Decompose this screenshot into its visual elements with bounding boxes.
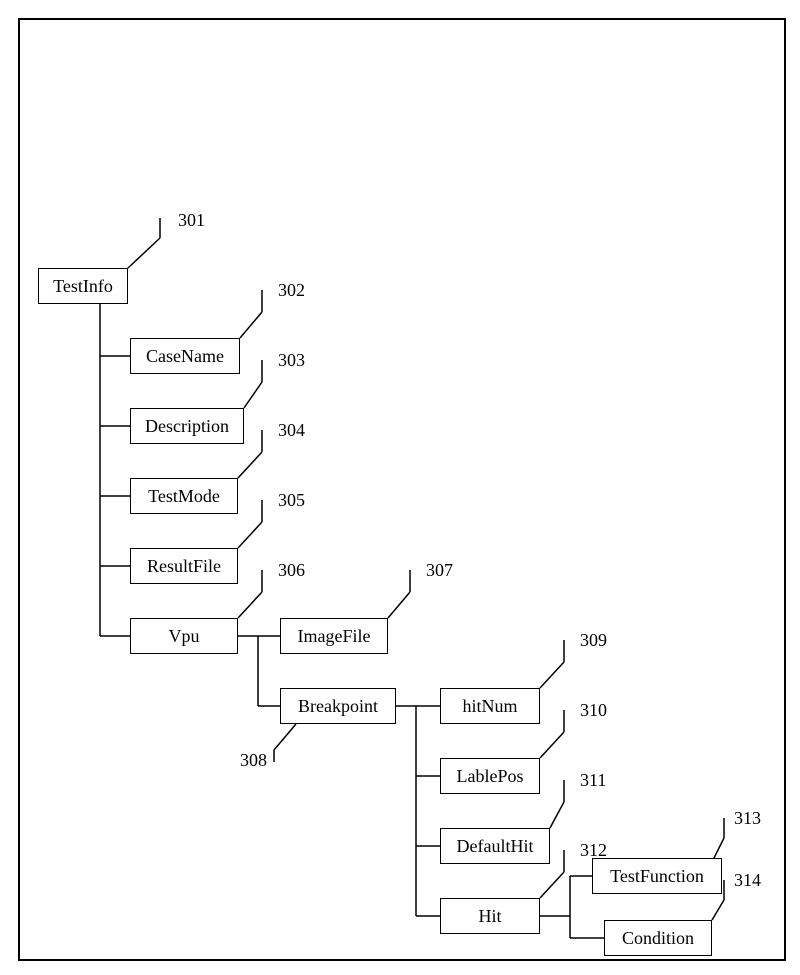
node-imagefile: ImageFile xyxy=(280,618,388,654)
node-condition: Condition xyxy=(604,920,712,956)
node-label: TestFunction xyxy=(610,866,704,887)
node-label: ResultFile xyxy=(147,556,221,577)
ref-301: 301 xyxy=(178,210,205,231)
node-description: Description xyxy=(130,408,244,444)
ref-302: 302 xyxy=(278,280,305,301)
node-label: hitNum xyxy=(462,696,517,717)
ref-314: 314 xyxy=(734,870,761,891)
ref-307: 307 xyxy=(426,560,453,581)
node-casename: CaseName xyxy=(130,338,240,374)
node-testfunction: TestFunction xyxy=(592,858,722,894)
ref-305: 305 xyxy=(278,490,305,511)
ref-312: 312 xyxy=(580,840,607,861)
ref-304: 304 xyxy=(278,420,305,441)
node-label: Vpu xyxy=(169,626,200,647)
node-hit: Hit xyxy=(440,898,540,934)
node-label: Hit xyxy=(478,906,501,927)
node-label: LablePos xyxy=(457,766,524,787)
node-defaulthit: DefaultHit xyxy=(440,828,550,864)
ref-309: 309 xyxy=(580,630,607,651)
ref-308: 308 xyxy=(240,750,267,771)
node-label: Condition xyxy=(622,928,694,949)
node-resultfile: ResultFile xyxy=(130,548,238,584)
node-label: TestMode xyxy=(148,486,220,507)
node-vpu: Vpu xyxy=(130,618,238,654)
ref-313: 313 xyxy=(734,808,761,829)
node-label: CaseName xyxy=(146,346,224,367)
node-label: Description xyxy=(145,416,229,437)
node-label: ImageFile xyxy=(298,626,371,647)
ref-306: 306 xyxy=(278,560,305,581)
node-hitnum: hitNum xyxy=(440,688,540,724)
node-testmode: TestMode xyxy=(130,478,238,514)
ref-311: 311 xyxy=(580,770,606,791)
ref-310: 310 xyxy=(580,700,607,721)
node-label: Breakpoint xyxy=(298,696,378,717)
node-label: TestInfo xyxy=(53,276,113,297)
ref-303: 303 xyxy=(278,350,305,371)
node-breakpoint: Breakpoint xyxy=(280,688,396,724)
node-lablepos: LablePos xyxy=(440,758,540,794)
node-label: DefaultHit xyxy=(457,836,534,857)
node-testinfo: TestInfo xyxy=(38,268,128,304)
